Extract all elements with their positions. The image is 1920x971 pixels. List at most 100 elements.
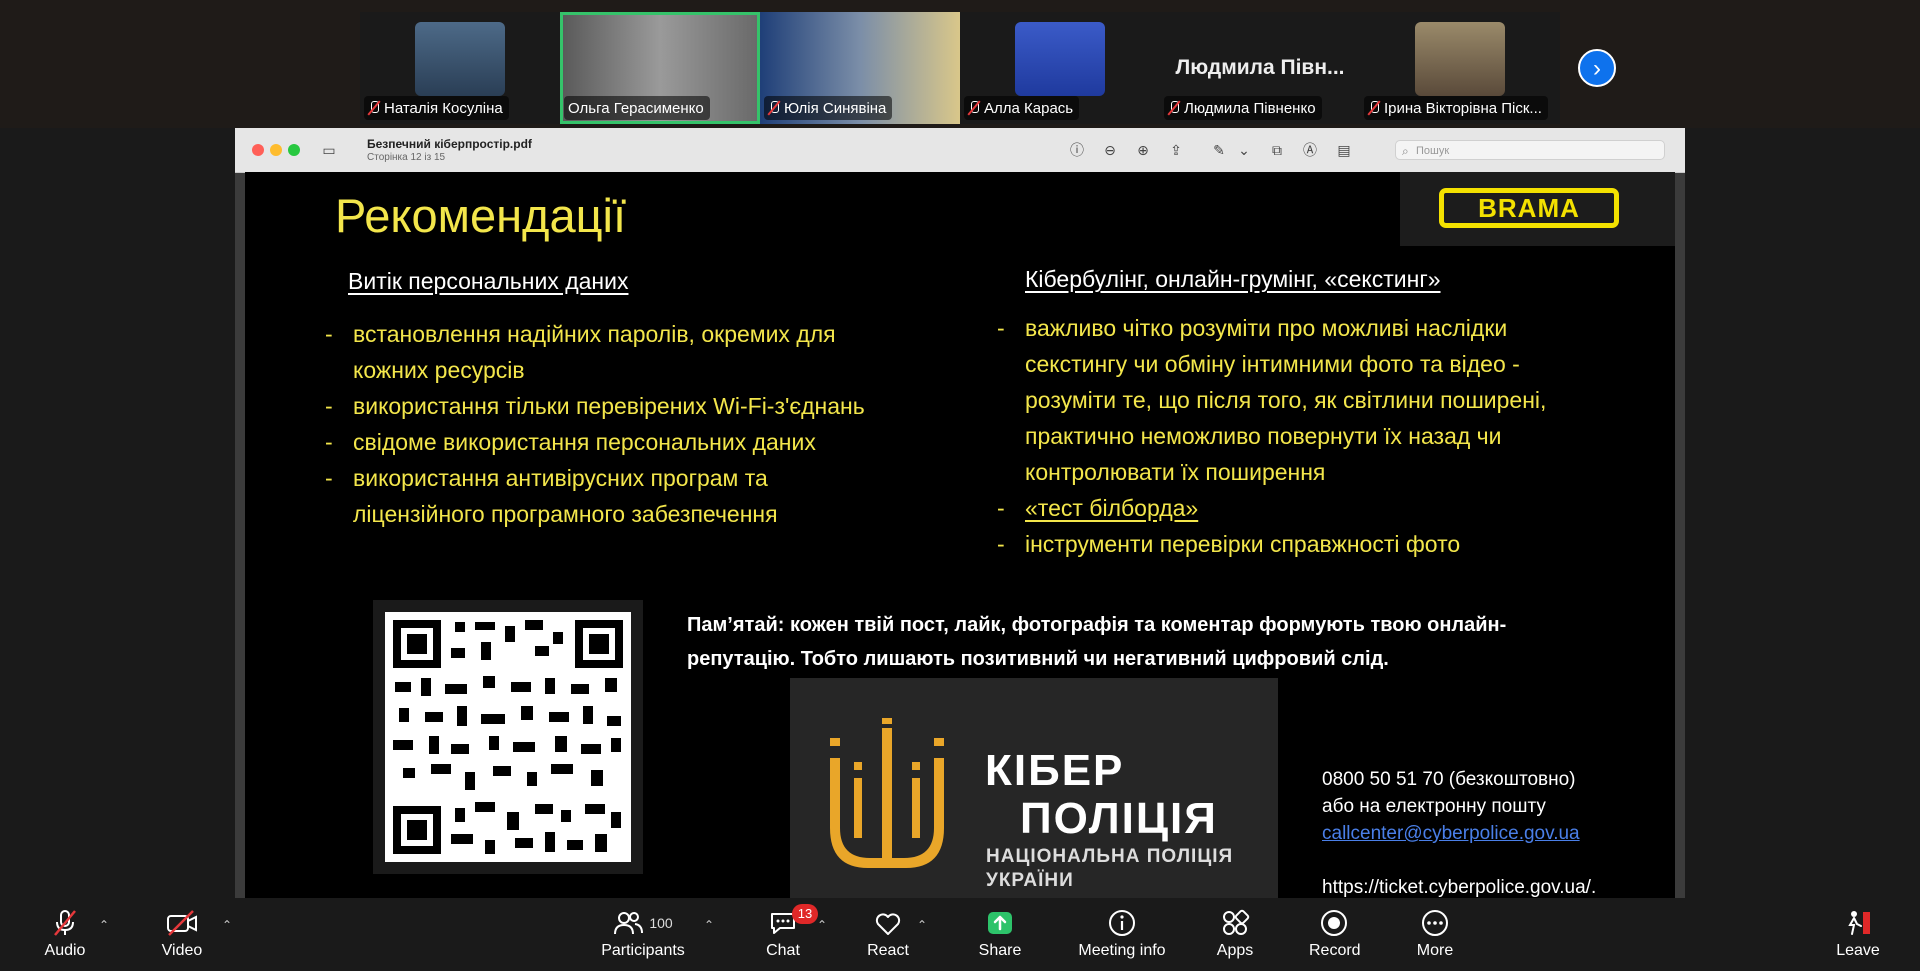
preview-titlebar: ▭ Безпечний кіберпростір.pdf Сторінка 12… xyxy=(235,128,1685,173)
video-options-caret-icon[interactable]: ⌃ xyxy=(222,918,232,932)
participant-tile[interactable]: Людмила Півн... Людмила Півненко xyxy=(1160,12,1360,124)
participant-tile[interactable]: Ірина Вікторівна Піск... xyxy=(1360,12,1560,124)
right-section-heading: Кібербулінг, онлайн-грумінг, «секстинг» xyxy=(1025,266,1441,292)
more-label: More xyxy=(1416,942,1454,959)
participant-video xyxy=(1015,22,1105,96)
participant-tile-active[interactable]: Ольга Герасименко xyxy=(560,12,760,124)
list-item: інструменти перевірки справжності фото xyxy=(997,526,1597,562)
chat-button[interactable]: 13 Chat xyxy=(758,904,818,966)
banner-line4: УКРАЇНИ xyxy=(986,870,1074,891)
record-icon xyxy=(1321,910,1347,936)
participants-count: 100 xyxy=(649,915,673,931)
mic-muted-icon xyxy=(1168,100,1180,116)
hotline-phone: 0800 50 51 70 (безкоштовно) xyxy=(1322,769,1576,790)
participant-strip: Наталія Косуліна Ольга Герасименко Юлія … xyxy=(0,0,1920,128)
list-item: важливо чітко розуміти про можливі наслі… xyxy=(997,310,1597,490)
react-label: React xyxy=(867,942,909,959)
audio-options-caret-icon[interactable]: ⌃ xyxy=(99,918,109,932)
window-zoom-button[interactable] xyxy=(288,144,300,156)
list-item: встановлення надійних паролів, окремих д… xyxy=(325,316,885,388)
banner-line1: КІБЕР xyxy=(985,746,1125,795)
annotate-icon[interactable]: Ⓐ xyxy=(1301,141,1319,159)
form-fill-icon[interactable]: ▤ xyxy=(1335,141,1353,159)
meeting-info-button[interactable]: Meeting info xyxy=(1072,906,1172,966)
list-item: свідоме використання персональних даних xyxy=(325,424,885,460)
participant-tile[interactable]: Алла Карась xyxy=(960,12,1160,124)
react-options-caret-icon[interactable]: ⌃ xyxy=(917,918,927,932)
participant-label: Людмила Півненко xyxy=(1164,96,1322,120)
participant-label: Ольга Герасименко xyxy=(564,96,710,120)
more-button[interactable]: More xyxy=(1410,906,1460,966)
participants-options-caret-icon[interactable]: ⌃ xyxy=(704,918,714,932)
participant-name: Людмила Півненко xyxy=(1184,99,1316,117)
leave-icon xyxy=(1848,911,1870,935)
sidebar-toggle-icon[interactable]: ▭ xyxy=(320,141,338,159)
participant-tile[interactable]: Юлія Синявіна xyxy=(760,12,960,124)
zoom-out-icon[interactable]: ⊖ xyxy=(1101,141,1119,159)
billboard-test-link[interactable]: «тест білборда» xyxy=(997,490,1597,526)
qr-code xyxy=(373,600,643,874)
mic-muted-icon xyxy=(1368,100,1380,116)
mic-muted-icon xyxy=(54,910,76,936)
meeting-info-label: Meeting info xyxy=(1078,942,1166,959)
brama-logo: BRAMA xyxy=(1400,172,1675,246)
participant-tile[interactable]: Наталія Косуліна xyxy=(360,12,560,124)
info-icon[interactable]: ⓘ xyxy=(1068,141,1086,159)
leave-button[interactable]: Leave xyxy=(1833,906,1883,966)
participant-label: Ірина Вікторівна Піск... xyxy=(1364,96,1548,120)
participant-name: Наталія Косуліна xyxy=(384,99,503,117)
share-icon[interactable]: ⇪ xyxy=(1167,141,1185,159)
shared-screen-window: ▭ Безпечний кіберпростір.pdf Сторінка 12… xyxy=(235,128,1685,898)
list-item: використання тільки перевірених Wi-Fi-з'… xyxy=(325,388,885,424)
participant-name: Ольга Герасименко xyxy=(568,99,704,117)
chevron-down-icon[interactable]: ⌄ xyxy=(1235,141,1253,159)
share-button[interactable]: Share xyxy=(975,906,1025,966)
brama-logo-text: BRAMA xyxy=(1439,188,1619,228)
participant-video xyxy=(415,22,505,96)
video-label: Video xyxy=(161,942,203,959)
window-close-button[interactable] xyxy=(252,144,264,156)
banner-line2: ПОЛІЦІЯ xyxy=(1020,794,1218,843)
banner-line3: НАЦІОНАЛЬНА ПОЛІЦІЯ xyxy=(986,846,1234,867)
video-off-icon xyxy=(167,910,197,936)
rotate-icon[interactable]: ⧉ xyxy=(1268,141,1286,159)
participant-name: Ірина Вікторівна Піск... xyxy=(1384,99,1542,117)
leave-label: Leave xyxy=(1836,942,1880,959)
apps-button[interactable]: Apps xyxy=(1210,906,1260,966)
next-page-button[interactable]: › xyxy=(1578,49,1616,87)
page-indicator: Сторінка 12 із 15 xyxy=(367,152,446,163)
email-link[interactable]: callcenter@cyberpolice.gov.ua xyxy=(1322,820,1596,847)
cyberpolice-banner: КІБЕР ПОЛІЦІЯ НАЦІОНАЛЬНА ПОЛІЦІЯ УКРАЇН… xyxy=(790,678,1278,898)
participant-name: Алла Карась xyxy=(984,99,1074,117)
ticket-url-link[interactable]: https://ticket.cyberpolice.gov.ua/. xyxy=(1322,874,1596,898)
record-button[interactable]: Record xyxy=(1309,906,1361,966)
apps-label: Apps xyxy=(1216,942,1254,959)
audio-button[interactable]: Audio xyxy=(40,906,90,966)
chat-unread-badge: 13 xyxy=(792,904,818,924)
pdf-slide: Рекомендації BRAMA Витік персональних да… xyxy=(245,172,1675,898)
document-title: Безпечний кіберпростір.pdf xyxy=(367,137,532,151)
window-minimize-button[interactable] xyxy=(270,144,282,156)
zoom-in-icon[interactable]: ⊕ xyxy=(1134,141,1152,159)
search-input[interactable]: Пошук xyxy=(1395,140,1665,161)
email-prefix: або на електронну пошту xyxy=(1322,796,1546,817)
audio-label: Audio xyxy=(44,942,86,959)
participants-button[interactable]: 100 Participants xyxy=(598,906,688,966)
react-button[interactable]: React xyxy=(863,906,913,966)
contacts-block: 0800 50 51 70 (безкоштовно) або на елект… xyxy=(1322,766,1596,898)
chat-label: Chat xyxy=(766,942,800,959)
left-recommendations-list: встановлення надійних паролів, окремих д… xyxy=(325,316,885,532)
chat-options-caret-icon[interactable]: ⌃ xyxy=(817,918,827,932)
chevron-right-icon: › xyxy=(1593,55,1601,82)
more-icon xyxy=(1422,910,1448,936)
video-button[interactable]: Video xyxy=(157,906,207,966)
participant-name: Юлія Синявіна xyxy=(784,99,887,117)
heart-icon xyxy=(875,913,901,935)
participant-label: Наталія Косуліна xyxy=(364,96,509,120)
left-section-heading: Витік персональних даних xyxy=(348,268,629,294)
markup-pen-icon[interactable]: ✎ xyxy=(1210,141,1228,159)
mic-muted-icon xyxy=(768,100,780,116)
remember-note: Пам’ятай: кожен твій пост, лайк, фотогра… xyxy=(687,614,1507,670)
meeting-toolbar: Audio ⌃ Video ⌃ 100 Participants ⌃ 13 Ch… xyxy=(0,898,1920,971)
trident-icon xyxy=(830,718,944,868)
